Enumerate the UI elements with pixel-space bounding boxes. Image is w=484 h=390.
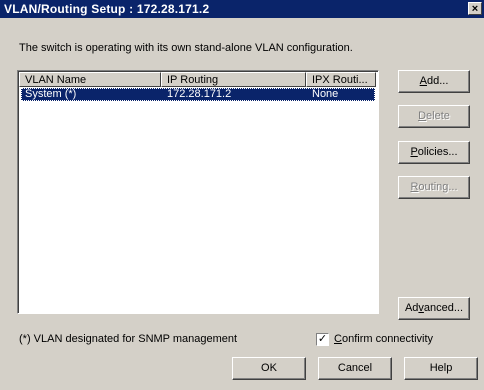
ip-routing-cell: 172.28.171.2 (167, 88, 232, 100)
title-bar: VLAN/Routing Setup : 172.28.171.2 × (0, 0, 484, 18)
confirm-label-key: C (334, 333, 342, 345)
advanced-label-pre: Ad (404, 302, 419, 314)
add-label-key: A (419, 75, 427, 87)
routing-label-post: outing... (418, 181, 458, 193)
ipx-routing-cell: None (312, 88, 339, 100)
delete-label-post: elete (426, 110, 450, 122)
add-label-post: dd... (426, 75, 449, 87)
vlan-name-cell: System (*) (25, 88, 77, 100)
vlan-list[interactable]: VLAN Name IP Routing IPX Routi... System… (17, 70, 379, 314)
column-header-ip-routing[interactable]: IP Routing (161, 72, 306, 87)
list-headers: VLAN Name IP Routing IPX Routi... (19, 72, 379, 87)
advanced-button[interactable]: Advanced... (398, 297, 470, 320)
column-header-vlan-name[interactable]: VLAN Name (19, 72, 161, 87)
help-button[interactable]: Help (404, 357, 478, 380)
vlan-routing-setup-dialog: VLAN/Routing Setup : 172.28.171.2 × The … (0, 0, 484, 390)
policies-label-post: olicies... (417, 146, 458, 158)
confirm-connectivity-label[interactable]: Confirm connectivity (334, 333, 433, 345)
advanced-label-post: anced... (423, 302, 464, 314)
routing-button[interactable]: Routing... (398, 176, 470, 199)
ok-button[interactable]: OK (232, 357, 306, 380)
confirm-label-post: onfirm connectivity (341, 333, 434, 345)
vlan-list-frame: VLAN Name IP Routing IPX Routi... System… (18, 71, 378, 313)
delete-label-key: D (418, 110, 427, 122)
add-button[interactable]: Add... (398, 70, 470, 93)
close-icon: × (471, 3, 479, 15)
confirm-connectivity-checkbox[interactable]: ✓ (316, 333, 329, 346)
checkmark-icon: ✓ (317, 333, 328, 345)
list-row-system[interactable]: System (*) 172.28.171.2 None (21, 88, 375, 101)
window-title: VLAN/Routing Setup : 172.28.171.2 (4, 2, 210, 16)
cancel-button[interactable]: Cancel (318, 357, 392, 380)
policies-label-key: P (410, 146, 418, 158)
close-button[interactable]: × (468, 2, 482, 15)
snmp-note: (*) VLAN designated for SNMP management (19, 333, 238, 345)
column-header-ipx-routing[interactable]: IPX Routi... (306, 72, 376, 87)
policies-button[interactable]: Policies... (398, 141, 470, 164)
delete-button[interactable]: Delete (398, 105, 470, 128)
info-text: The switch is operating with its own sta… (19, 42, 353, 54)
